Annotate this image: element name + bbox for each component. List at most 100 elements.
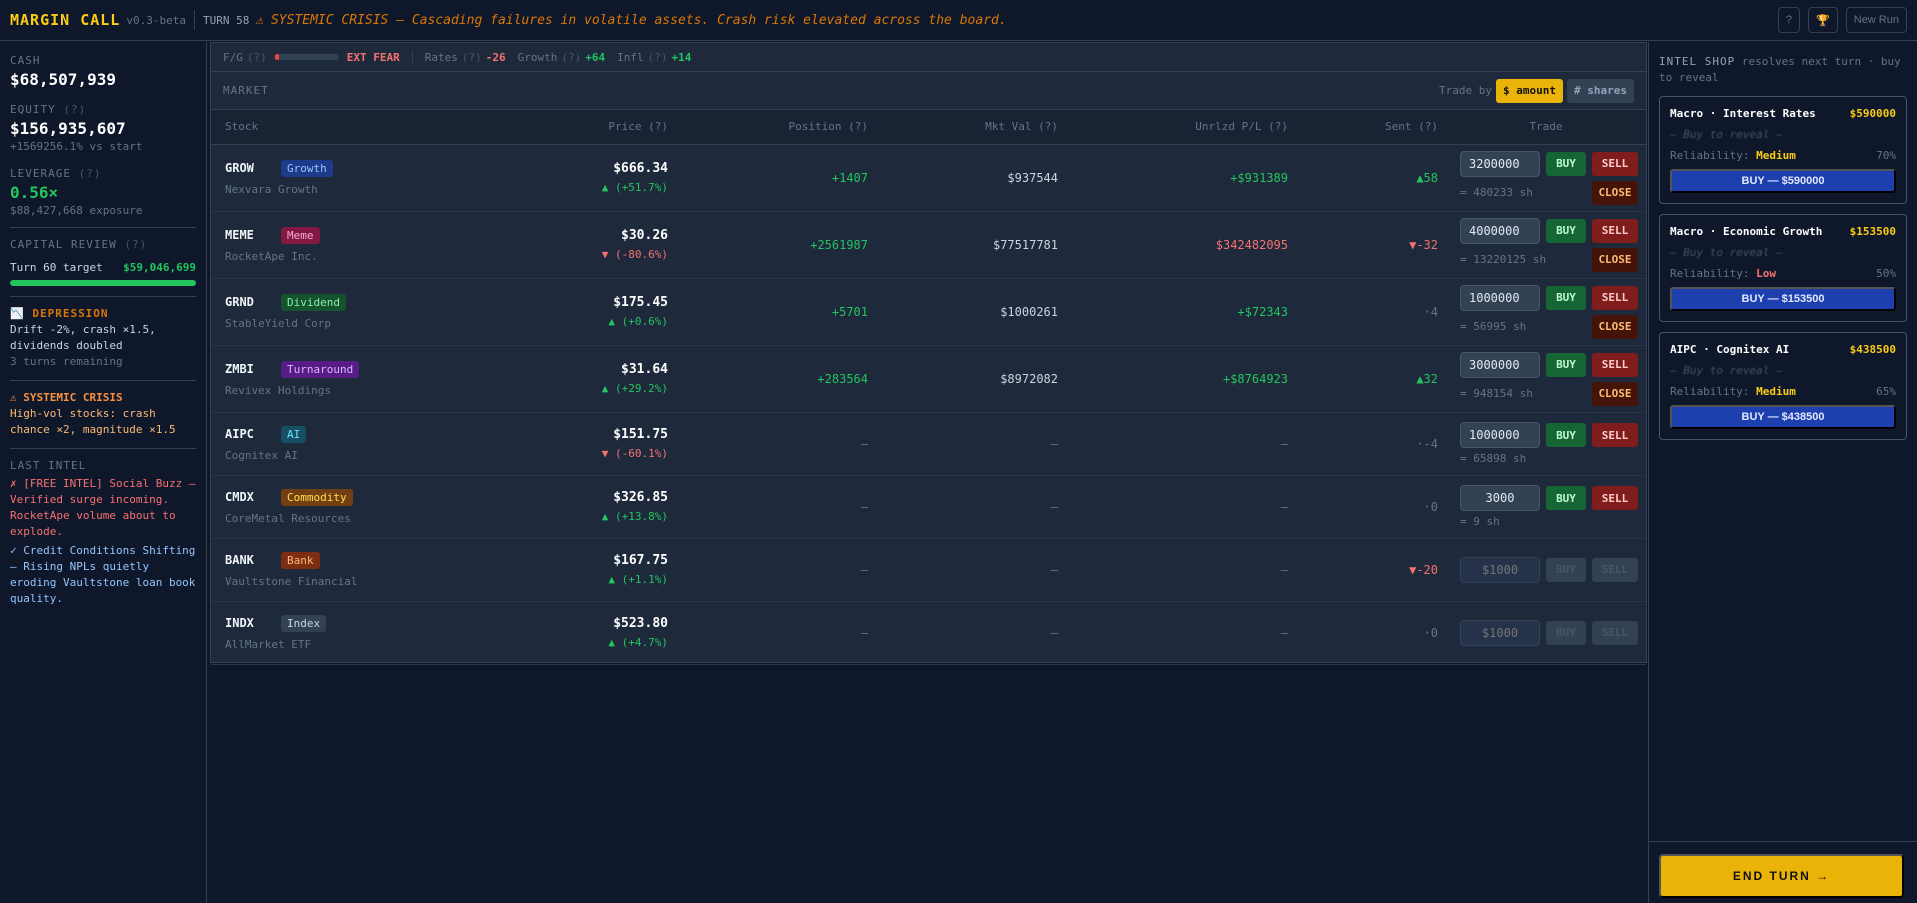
trophy-icon[interactable]: 🏆 — [1808, 7, 1838, 33]
help-button[interactable]: ? — [1777, 7, 1801, 33]
reliability-label: Reliability: — [1670, 385, 1750, 398]
divider — [10, 448, 196, 449]
review-help[interactable]: (?) — [124, 238, 147, 251]
share-estimate: = 9 sh — [1460, 515, 1500, 528]
sell-button[interactable]: SELL — [1592, 352, 1638, 377]
share-estimate: = 948154 sh — [1460, 387, 1533, 400]
trade-amount-input[interactable] — [1460, 351, 1540, 378]
price-change: ▲ (+13.8%) — [601, 510, 668, 523]
crisis-desc: High-vol stocks: crash chance ×2, magnit… — [10, 407, 176, 436]
sector-tag: Meme — [281, 226, 320, 244]
column-header: Stock — [211, 110, 416, 145]
trade-amount-input[interactable] — [1460, 619, 1540, 646]
ticker: AIPC — [225, 426, 254, 441]
rates-value: -26 — [485, 50, 506, 64]
trade-amount-input[interactable] — [1460, 284, 1540, 311]
sell-button[interactable]: SELL — [1592, 285, 1638, 310]
price-cell: $151.75 ▼ (-60.1%) — [416, 412, 676, 476]
buy-intel-button[interactable]: BUY — $438500 — [1670, 405, 1896, 429]
company-name: StableYield Corp — [225, 316, 331, 330]
stock-line: AIPC AI — [225, 425, 408, 443]
buy-button[interactable]: BUY — [1546, 423, 1586, 447]
sell-button[interactable]: SELL — [1592, 218, 1638, 243]
regime-remaining: 3 turns remaining — [10, 355, 123, 368]
close-position-button[interactable]: CLOSE — [1592, 314, 1638, 339]
new-run-button[interactable]: New Run — [1845, 7, 1907, 33]
fg-label: F/G — [223, 50, 243, 64]
close-position-button[interactable]: CLOSE — [1592, 247, 1638, 272]
buy-button[interactable]: BUY — [1546, 285, 1586, 310]
sector-tag: Bank — [281, 551, 320, 569]
buy-button[interactable]: BUY — [1546, 218, 1586, 243]
close-position-button[interactable]: CLOSE — [1592, 381, 1638, 406]
intel-card: Macro · Interest Rates $590000 — Buy to re… — [1659, 96, 1907, 204]
table-row: INDX Index AllMarket ETF $523.80 ▲ (+4.7%) — —… — [211, 601, 1646, 665]
trade-controls: BUYSELL = 13220125 sh CLOSE — [1460, 217, 1638, 272]
unrealized-pnl: +$931389 — [1066, 144, 1296, 212]
trade-amount-input[interactable] — [1460, 150, 1540, 177]
intel-item-failed: ✗ [FREE INTEL] Social Buzz — Verified su… — [10, 477, 196, 538]
buy-intel-button[interactable]: BUY — $590000 — [1670, 169, 1896, 193]
stock-cell: MEME Meme RocketApe Inc. — [211, 211, 416, 279]
reliability-value: Medium — [1756, 149, 1796, 162]
buy-button[interactable]: BUY — [1546, 486, 1586, 510]
trade-amount-input[interactable] — [1460, 485, 1540, 511]
intel-shop: INTEL SHOP resolves next turn · buy to r… — [1648, 42, 1917, 903]
trade-controls: BUYSELL = 9 sh — [1460, 485, 1638, 528]
market-value: — — [876, 412, 1066, 476]
table-row: ZMBI Turnaround Revivex Holdings $31.64 ▲ (+… — [211, 345, 1646, 413]
sector-tag: Commodity — [281, 488, 353, 506]
trade-controls: BUYSELL = 948154 sh CLOSE — [1460, 351, 1638, 406]
leverage-label: LEVERAGE — [10, 167, 71, 180]
equity-help[interactable]: (?) — [63, 103, 86, 116]
price-change: ▲ (+29.2%) — [601, 382, 668, 395]
company-name: CoreMetal Resources — [225, 511, 351, 525]
sentiment: ·4 — [1296, 278, 1446, 346]
position: +2561987 — [676, 211, 876, 279]
sell-button[interactable]: SELL — [1592, 486, 1638, 510]
price-change: ▼ (-80.6%) — [601, 248, 668, 261]
sell-button[interactable]: SELL — [1592, 423, 1638, 447]
buy-button[interactable]: BUY — [1546, 151, 1586, 176]
stats-sidebar: CASH $68,507,939 EQUITY (?) $156,935,607… — [0, 42, 207, 903]
regime-title: DEPRESSION — [32, 307, 109, 320]
end-turn-button[interactable]: END TURN → — [1659, 854, 1904, 898]
price-change: ▲ (+1.1%) — [608, 573, 668, 586]
chart-down-icon: 📉 — [10, 307, 25, 320]
column-header: Trade — [1446, 110, 1646, 145]
divider — [193, 10, 195, 30]
market-value: — — [876, 601, 1066, 665]
trade-cell: BUYSELL = 56995 sh CLOSE — [1446, 278, 1646, 346]
sell-button[interactable]: SELL — [1592, 151, 1638, 176]
fg-help[interactable]: (?) — [247, 51, 267, 64]
fear-greed-gauge — [274, 54, 339, 60]
intel-card-header: Macro · Economic Growth $153500 — [1670, 225, 1896, 238]
sentiment: ·0 — [1296, 601, 1446, 665]
column-header: Mkt Val (?) — [876, 110, 1066, 145]
stock-line: GROW Growth — [225, 159, 408, 177]
buy-intel-button[interactable]: BUY — $153500 — [1670, 287, 1896, 311]
company-name: Revivex Holdings — [225, 383, 331, 397]
ticker: INDX — [225, 615, 254, 630]
infl-help[interactable]: (?) — [648, 51, 668, 64]
trade-amount-input[interactable] — [1460, 422, 1540, 448]
sentiment: ▲58 — [1296, 144, 1446, 212]
mode-amount-toggle[interactable]: $ amount — [1496, 78, 1564, 103]
reliability: Reliability: Medium — [1670, 149, 1796, 162]
buy-button[interactable]: BUY — [1546, 352, 1586, 377]
trade-amount-input[interactable] — [1460, 556, 1540, 583]
price-change: ▲ (+0.6%) — [608, 315, 668, 328]
trade-amount-input[interactable] — [1460, 217, 1540, 244]
mode-shares-toggle[interactable]: # shares — [1567, 78, 1634, 103]
sentiment: ▲32 — [1296, 345, 1446, 413]
growth-help[interactable]: (?) — [561, 51, 581, 64]
last-intel-label: LAST INTEL — [10, 459, 87, 472]
equity-value: $156,935,607 — [10, 119, 126, 138]
rates-help[interactable]: (?) — [462, 51, 482, 64]
leverage-help[interactable]: (?) — [79, 167, 102, 180]
close-position-button[interactable]: CLOSE — [1592, 180, 1638, 205]
buy-button: BUY — [1546, 620, 1586, 645]
trade-cell: BUYSELL = 9 sh — [1446, 475, 1646, 539]
trade-cell: BUYSELL — [1446, 538, 1646, 602]
sector-tag: Turnaround — [281, 360, 360, 378]
